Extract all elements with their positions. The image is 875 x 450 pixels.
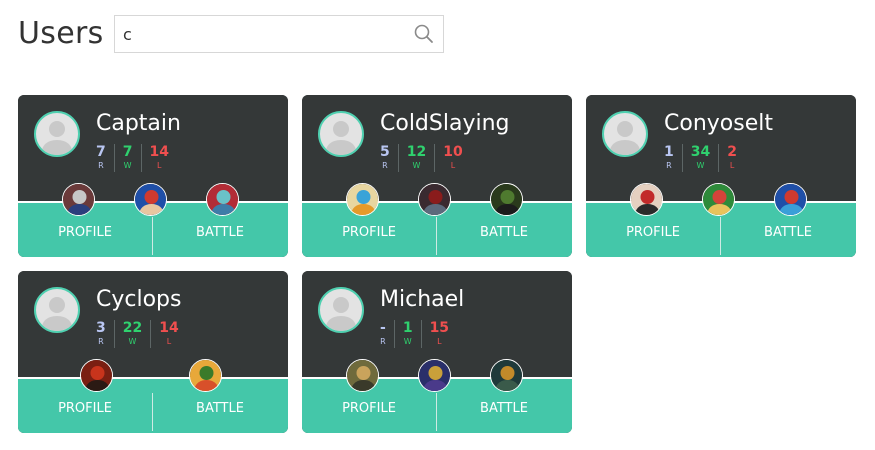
losses-stat: 14 L: [150, 320, 186, 348]
user-name: ColdSlaying: [380, 111, 510, 136]
user-card: Cyclops 3 R 22 W 14 L PROFILE BATTLE: [18, 271, 288, 433]
rank-label: R: [380, 337, 386, 346]
losses-value: 2: [727, 144, 737, 160]
avatar: [34, 111, 80, 157]
card-actions: PROFILE BATTLE: [18, 377, 288, 433]
losses-label: L: [437, 337, 442, 346]
hero-avatar[interactable]: [134, 183, 167, 216]
hero-avatar[interactable]: [490, 359, 523, 392]
user-stats: 3 R 22 W 14 L: [96, 320, 187, 348]
hero-avatar[interactable]: [774, 183, 807, 216]
rank-label: R: [98, 161, 104, 170]
rank-label: R: [382, 161, 388, 170]
losses-value: 10: [443, 144, 463, 160]
user-name: Conyoselt: [664, 111, 773, 136]
wins-label: W: [128, 337, 137, 346]
hero-avatar[interactable]: [630, 183, 663, 216]
losses-label: L: [729, 161, 735, 170]
rank-label: R: [98, 337, 104, 346]
hero-avatar[interactable]: [418, 359, 451, 392]
wins-stat: 7 W: [113, 144, 141, 172]
rank-value: 5: [380, 144, 390, 160]
wins-value: 12: [406, 144, 427, 160]
losses-value: 14: [149, 144, 169, 160]
wins-label: W: [412, 161, 421, 170]
user-name: Cyclops: [96, 287, 182, 312]
page-title: Users: [18, 16, 104, 51]
losses-stat: 10 L: [434, 144, 470, 172]
losses-stat: 14 L: [140, 144, 177, 172]
wins-stat: 1 W: [393, 320, 421, 348]
hero-avatar[interactable]: [490, 183, 523, 216]
wins-stat: 12 W: [397, 144, 434, 172]
hero-avatar[interactable]: [346, 183, 379, 216]
rank-stat: 3 R: [96, 320, 114, 348]
search-input[interactable]: [115, 16, 421, 52]
wins-value: 34: [690, 144, 711, 160]
rank-stat: 1 R: [664, 144, 682, 172]
wins-value: 7: [122, 144, 133, 160]
user-stats: - R 1 W 15 L: [380, 320, 457, 348]
card-header: Cyclops 3 R 22 W 14 L: [18, 271, 288, 377]
avatar: [318, 287, 364, 333]
search-box[interactable]: [114, 15, 444, 53]
user-card: Michael - R 1 W 15 L PROFILE BATTLE: [302, 271, 572, 433]
rank-value: 3: [96, 320, 106, 336]
rank-stat: - R: [380, 320, 394, 348]
losses-label: L: [157, 161, 162, 170]
avatar: [34, 287, 80, 333]
user-card: ColdSlaying 5 R 12 W 10 L PROFILE BATTLE: [302, 95, 572, 257]
hero-avatar[interactable]: [346, 359, 379, 392]
rank-label: R: [666, 161, 672, 170]
losses-label: L: [166, 337, 172, 346]
losses-value: 14: [159, 320, 179, 336]
hero-avatar[interactable]: [62, 183, 95, 216]
hero-avatar[interactable]: [80, 359, 113, 392]
user-name: Michael: [380, 287, 465, 312]
avatar: [318, 111, 364, 157]
hero-avatar[interactable]: [418, 183, 451, 216]
search-icon[interactable]: [414, 24, 434, 44]
user-name: Captain: [96, 111, 181, 136]
wins-label: W: [123, 161, 132, 170]
losses-label: L: [450, 161, 456, 170]
losses-value: 15: [429, 320, 450, 336]
losses-stat: 2 L: [718, 144, 745, 172]
battle-button[interactable]: BATTLE: [153, 379, 287, 433]
user-card: Conyoselt 1 R 34 W 2 L PROFILE BATTLE: [586, 95, 856, 257]
rank-value: 1: [664, 144, 674, 160]
wins-stat: 22 W: [113, 320, 150, 348]
wins-value: 1: [402, 320, 413, 336]
wins-stat: 34 W: [681, 144, 718, 172]
avatar: [602, 111, 648, 157]
user-card: Captain 7 R 7 W 14 L PROFILE BATTLE: [18, 95, 288, 257]
losses-stat: 15 L: [420, 320, 457, 348]
rank-value: -: [380, 320, 386, 336]
wins-label: W: [696, 161, 705, 170]
user-stats: 1 R 34 W 2 L: [664, 144, 745, 172]
wins-value: 22: [122, 320, 143, 336]
user-stats: 7 R 7 W 14 L: [96, 144, 177, 172]
user-stats: 5 R 12 W 10 L: [380, 144, 471, 172]
hero-avatar[interactable]: [206, 183, 239, 216]
rank-stat: 7 R: [96, 144, 114, 172]
hero-avatar[interactable]: [702, 183, 735, 216]
wins-label: W: [403, 337, 412, 346]
hero-avatar[interactable]: [189, 359, 222, 392]
rank-stat: 5 R: [380, 144, 398, 172]
rank-value: 7: [96, 144, 106, 160]
